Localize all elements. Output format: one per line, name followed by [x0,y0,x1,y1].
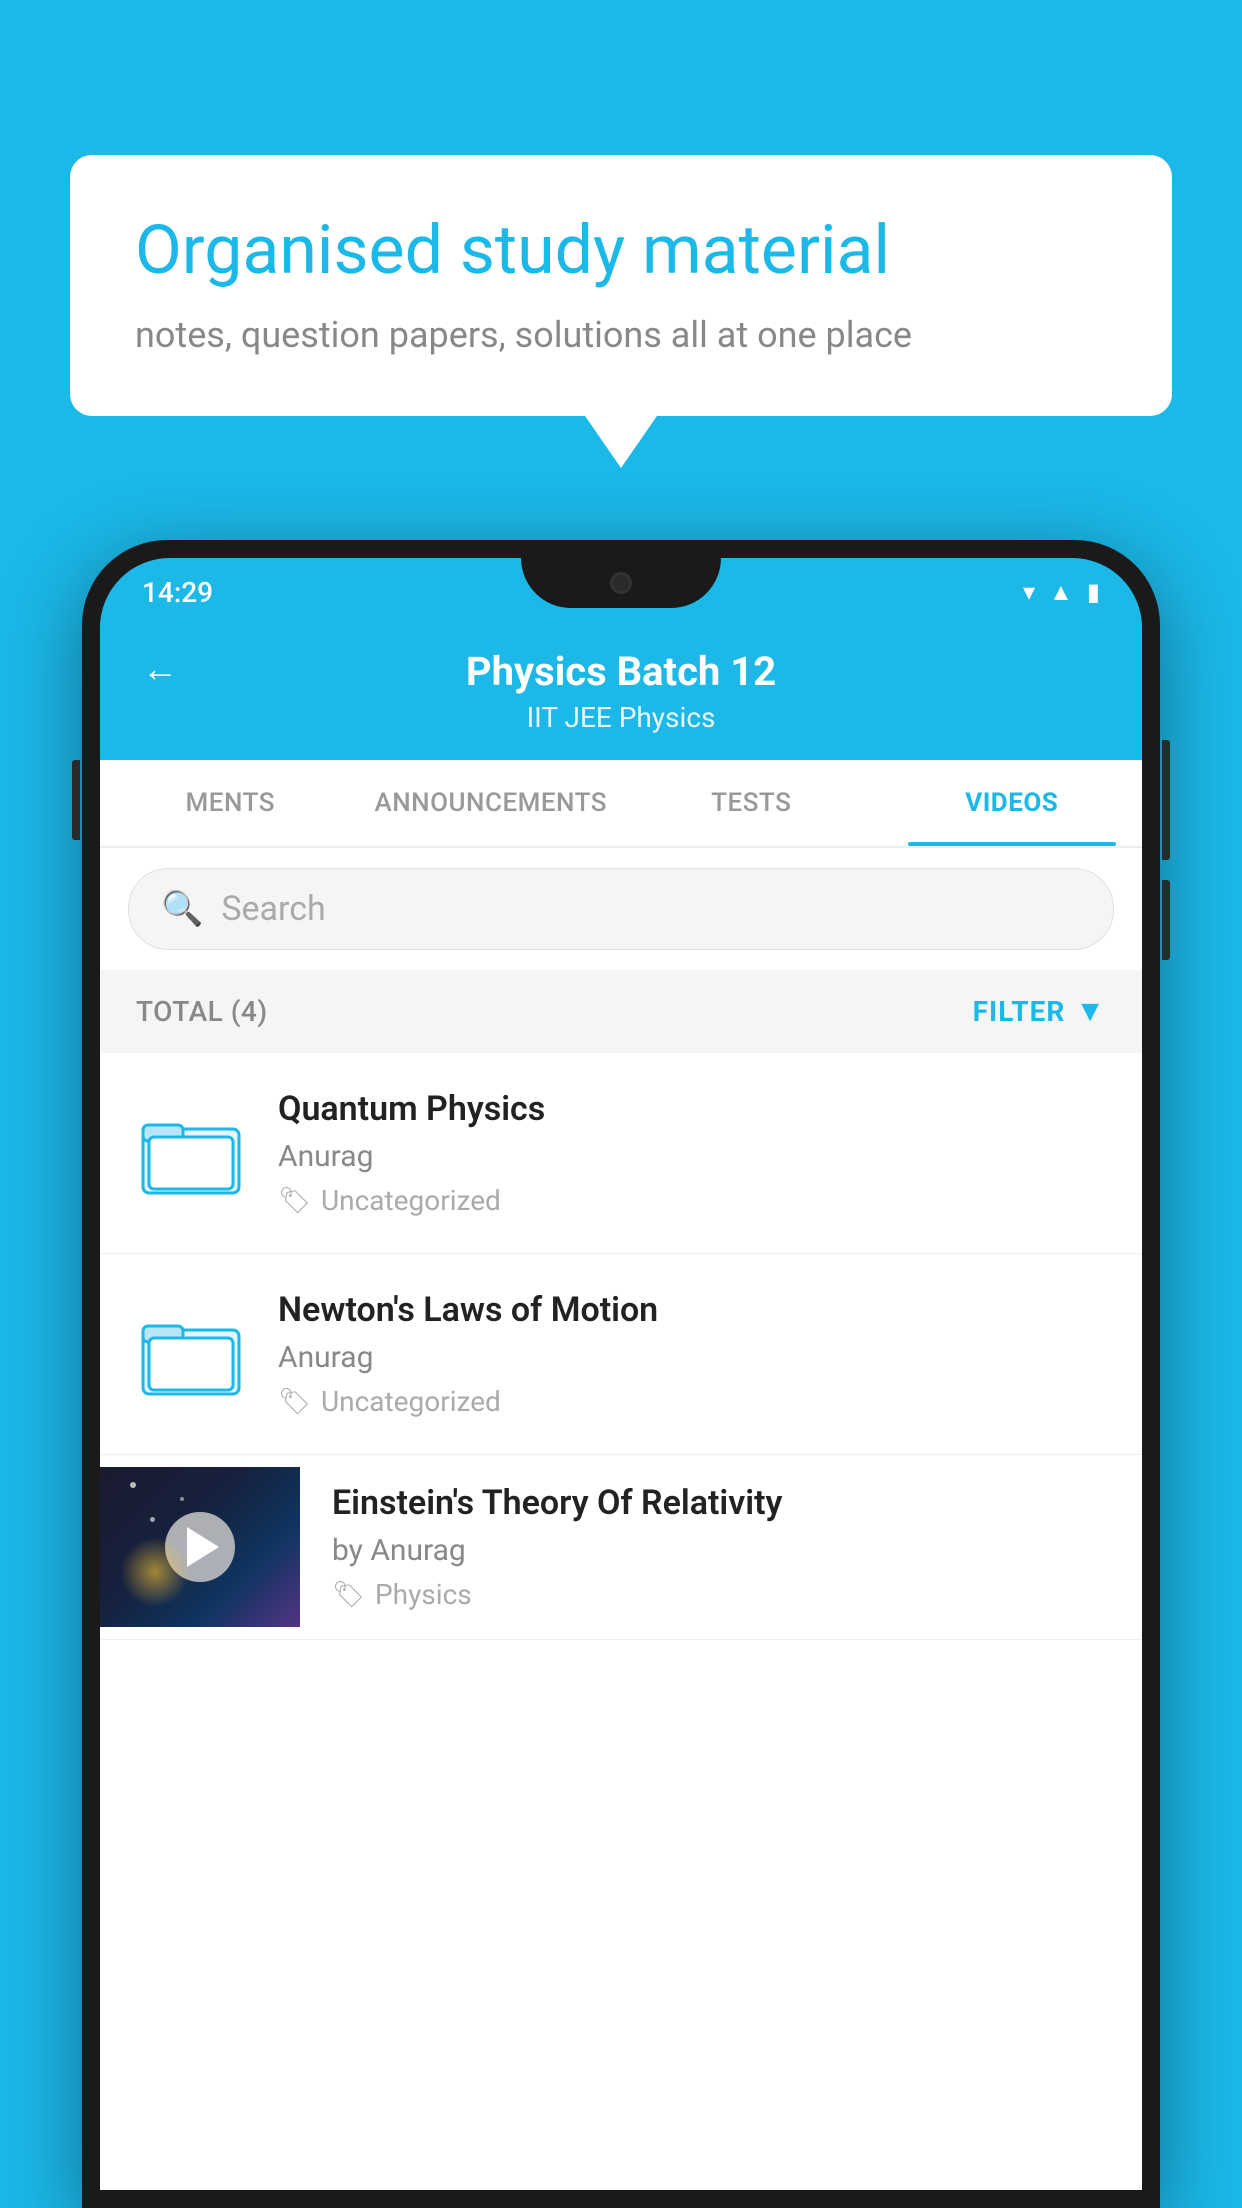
tab-announcements[interactable]: ANNOUNCEMENTS [361,760,622,846]
video-tag: 🏷 Uncategorized [278,1385,1106,1418]
volume-down-button [1162,880,1170,960]
list-item[interactable]: Quantum Physics Anurag 🏷 Uncategorized [100,1053,1142,1254]
search-placeholder: Search [221,889,325,929]
speech-bubble-container: Organised study material notes, question… [70,155,1172,416]
video-info: Quantum Physics Anurag 🏷 Uncategorized [278,1089,1106,1217]
tag-label: Uncategorized [321,1385,501,1418]
tabs-bar: MENTS ANNOUNCEMENTS TESTS VIDEOS [100,760,1142,848]
video-author: Anurag [278,1340,1106,1375]
front-camera [610,572,632,594]
header-title: Physics Batch 12 [466,648,776,695]
battery-icon: ▮ [1087,578,1100,606]
list-item[interactable]: Newton's Laws of Motion Anurag 🏷 Uncateg… [100,1254,1142,1455]
tag-icon: 🏷 [278,1387,311,1417]
search-icon: 🔍 [161,889,203,929]
phone-notch [521,558,721,608]
filter-bar: TOTAL (4) FILTER ▼ [100,970,1142,1053]
tag-label: Physics [375,1578,472,1611]
total-count: TOTAL (4) [136,995,268,1028]
phone-frame: 14:29 ▾ ▲ ▮ ← Physics Batch 12 IIT JEE P… [82,540,1160,2208]
search-bar[interactable]: 🔍 Search [128,868,1114,950]
video-title: Quantum Physics [278,1089,1106,1129]
video-folder-icon [136,1299,246,1409]
filter-button[interactable]: FILTER ▼ [973,994,1106,1029]
filter-icon: ▼ [1075,994,1106,1029]
video-folder-icon [136,1098,246,1208]
filter-label: FILTER [973,995,1066,1028]
wifi-icon: ▾ [1023,578,1035,606]
bubble-title: Organised study material [135,210,1107,292]
app-content: MENTS ANNOUNCEMENTS TESTS VIDEOS 🔍 Searc… [100,760,1142,2190]
tab-tests[interactable]: TESTS [621,760,882,846]
tab-videos[interactable]: VIDEOS [882,760,1143,846]
video-info: Einstein's Theory Of Relativity by Anura… [332,1455,1106,1639]
phone-inner: 14:29 ▾ ▲ ▮ ← Physics Batch 12 IIT JEE P… [100,558,1142,2190]
tab-assignments[interactable]: MENTS [100,760,361,846]
header-subtitle: IIT JEE Physics [527,701,716,734]
speech-bubble: Organised study material notes, question… [70,155,1172,416]
search-container: 🔍 Search [100,848,1142,970]
video-author: by Anurag [332,1533,1106,1568]
power-button [1162,740,1170,860]
video-title: Einstein's Theory Of Relativity [332,1483,1106,1523]
app-header: ← Physics Batch 12 IIT JEE Physics [100,626,1142,760]
tag-icon: 🏷 [332,1580,365,1610]
video-list: Quantum Physics Anurag 🏷 Uncategorized [100,1053,1142,1640]
list-item[interactable]: Einstein's Theory Of Relativity by Anura… [100,1455,1142,1640]
glow-effect [120,1537,190,1607]
status-time: 14:29 [142,576,213,609]
volume-button [72,760,80,840]
play-icon [187,1527,219,1567]
video-thumbnail [100,1467,300,1627]
tag-label: Uncategorized [321,1184,501,1217]
video-info: Newton's Laws of Motion Anurag 🏷 Uncateg… [278,1290,1106,1418]
video-tag: 🏷 Physics [332,1578,1106,1611]
bubble-subtitle: notes, question papers, solutions all at… [135,314,1107,356]
back-button[interactable]: ← [142,648,178,690]
tag-icon: 🏷 [278,1186,311,1216]
status-icons: ▾ ▲ ▮ [1023,578,1100,607]
video-tag: 🏷 Uncategorized [278,1184,1106,1217]
signal-icon: ▲ [1049,578,1073,607]
video-title: Newton's Laws of Motion [278,1290,1106,1330]
video-author: Anurag [278,1139,1106,1174]
